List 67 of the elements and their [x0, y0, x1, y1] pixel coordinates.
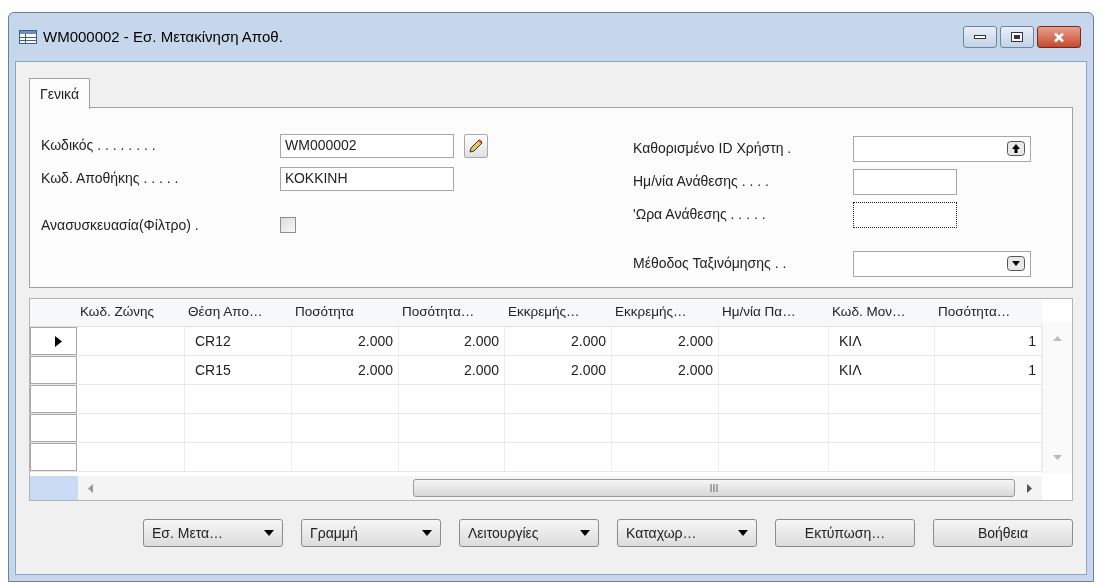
- table-cell: CR15: [185, 356, 292, 384]
- tab[interactable]: Γενικά: [29, 78, 90, 109]
- column-header[interactable]: Ποσότητα: [292, 299, 399, 326]
- field-label: Ημ/νία Ανάθεσης . . . .: [633, 172, 770, 191]
- field-label: Κωδικός . . . . . . . .: [41, 136, 157, 155]
- text-field[interactable]: ΚΟΚΚΙΝΗ: [280, 166, 454, 191]
- column-header[interactable]: Εκκρεμής…: [505, 299, 612, 326]
- scrollbar-thumb[interactable]: [413, 479, 1015, 497]
- table-cell: 2.000: [292, 327, 399, 355]
- minimize-button[interactable]: [963, 26, 997, 48]
- scroll-down-icon: [1053, 455, 1063, 460]
- current-row-icon: [55, 335, 62, 347]
- input-field[interactable]: [853, 201, 957, 228]
- column-header[interactable]: Ποσότητα…: [935, 299, 1042, 326]
- horizontal-scrollbar[interactable]: [78, 476, 1042, 500]
- row-selector[interactable]: [30, 327, 77, 355]
- close-button[interactable]: [1037, 26, 1081, 48]
- column-header[interactable]: Ποσότητα…: [399, 299, 505, 326]
- action-button[interactable]: Εκτύπωση…: [775, 519, 915, 547]
- edit-button[interactable]: [464, 133, 488, 158]
- input-field[interactable]: [853, 135, 1031, 162]
- table-cell: ΚΙΛ: [829, 327, 935, 355]
- pencil-icon: [468, 137, 484, 154]
- maximize-button[interactable]: [1000, 26, 1034, 48]
- field-label: 'Ωρα Ανάθεσης . . . . .: [633, 205, 767, 224]
- action-button[interactable]: Λειτουργίες: [459, 519, 599, 547]
- checkbox[interactable]: [280, 217, 296, 233]
- table-cell: 2.000: [612, 327, 719, 355]
- table-cell: 2.000: [505, 356, 612, 384]
- table-cell: 2.000: [292, 356, 399, 384]
- restore-icon: [1011, 32, 1023, 42]
- scroll-right-icon: [1027, 483, 1032, 493]
- dropdown-field[interactable]: [853, 250, 1031, 277]
- action-button[interactable]: Εσ. Μετα…: [143, 519, 283, 547]
- table-icon: [19, 30, 37, 44]
- column-header[interactable]: Ημ/νία Πα…: [719, 299, 829, 326]
- table-cell: ΚΙΛ: [829, 356, 935, 384]
- grip-icon: [710, 484, 718, 492]
- column-header[interactable]: Κωδ. Μον…: [829, 299, 935, 326]
- caret-icon: [738, 530, 748, 536]
- table-cell: 2.000: [505, 327, 612, 355]
- table-cell: 2.000: [399, 327, 505, 355]
- scroll-left-icon: [88, 483, 93, 493]
- action-button[interactable]: Βοήθεια: [933, 519, 1073, 547]
- input-field[interactable]: [853, 168, 957, 195]
- action-button[interactable]: Καταχωρ…: [617, 519, 757, 547]
- action-button[interactable]: Γραμμή: [301, 519, 441, 547]
- vertical-scrollbar[interactable]: [1042, 322, 1072, 474]
- text-field[interactable]: WM000002: [280, 133, 454, 158]
- caret-icon: [580, 530, 590, 536]
- caret-icon: [264, 530, 274, 536]
- column-header[interactable]: Εκκρεμής…: [612, 299, 719, 326]
- close-icon: [1053, 31, 1065, 43]
- field-label: Ανασυσκευασία(Φίλτρο) .: [41, 215, 200, 235]
- table-cell: 2.000: [612, 356, 719, 384]
- column-header[interactable]: Κωδ. Ζώνης: [77, 299, 185, 326]
- field-label: Μέθοδος Ταξινόμησης . .: [633, 254, 788, 273]
- scroll-up-icon: [1053, 336, 1063, 341]
- window-title: WM000002 - Εσ. Μετακίνηση Αποθ.: [43, 26, 283, 47]
- minimize-icon: [974, 35, 986, 39]
- caret-icon: [422, 530, 432, 536]
- grid-corner: [30, 476, 78, 500]
- field-label: Καθορισμένο ID Χρήστη .: [633, 139, 793, 158]
- table-cell: CR12: [185, 327, 292, 355]
- field-label: Κωδ. Αποθήκης . . . . .: [41, 169, 180, 188]
- table-cell: 2.000: [399, 356, 505, 384]
- column-header[interactable]: Θέση Απο…: [185, 299, 292, 326]
